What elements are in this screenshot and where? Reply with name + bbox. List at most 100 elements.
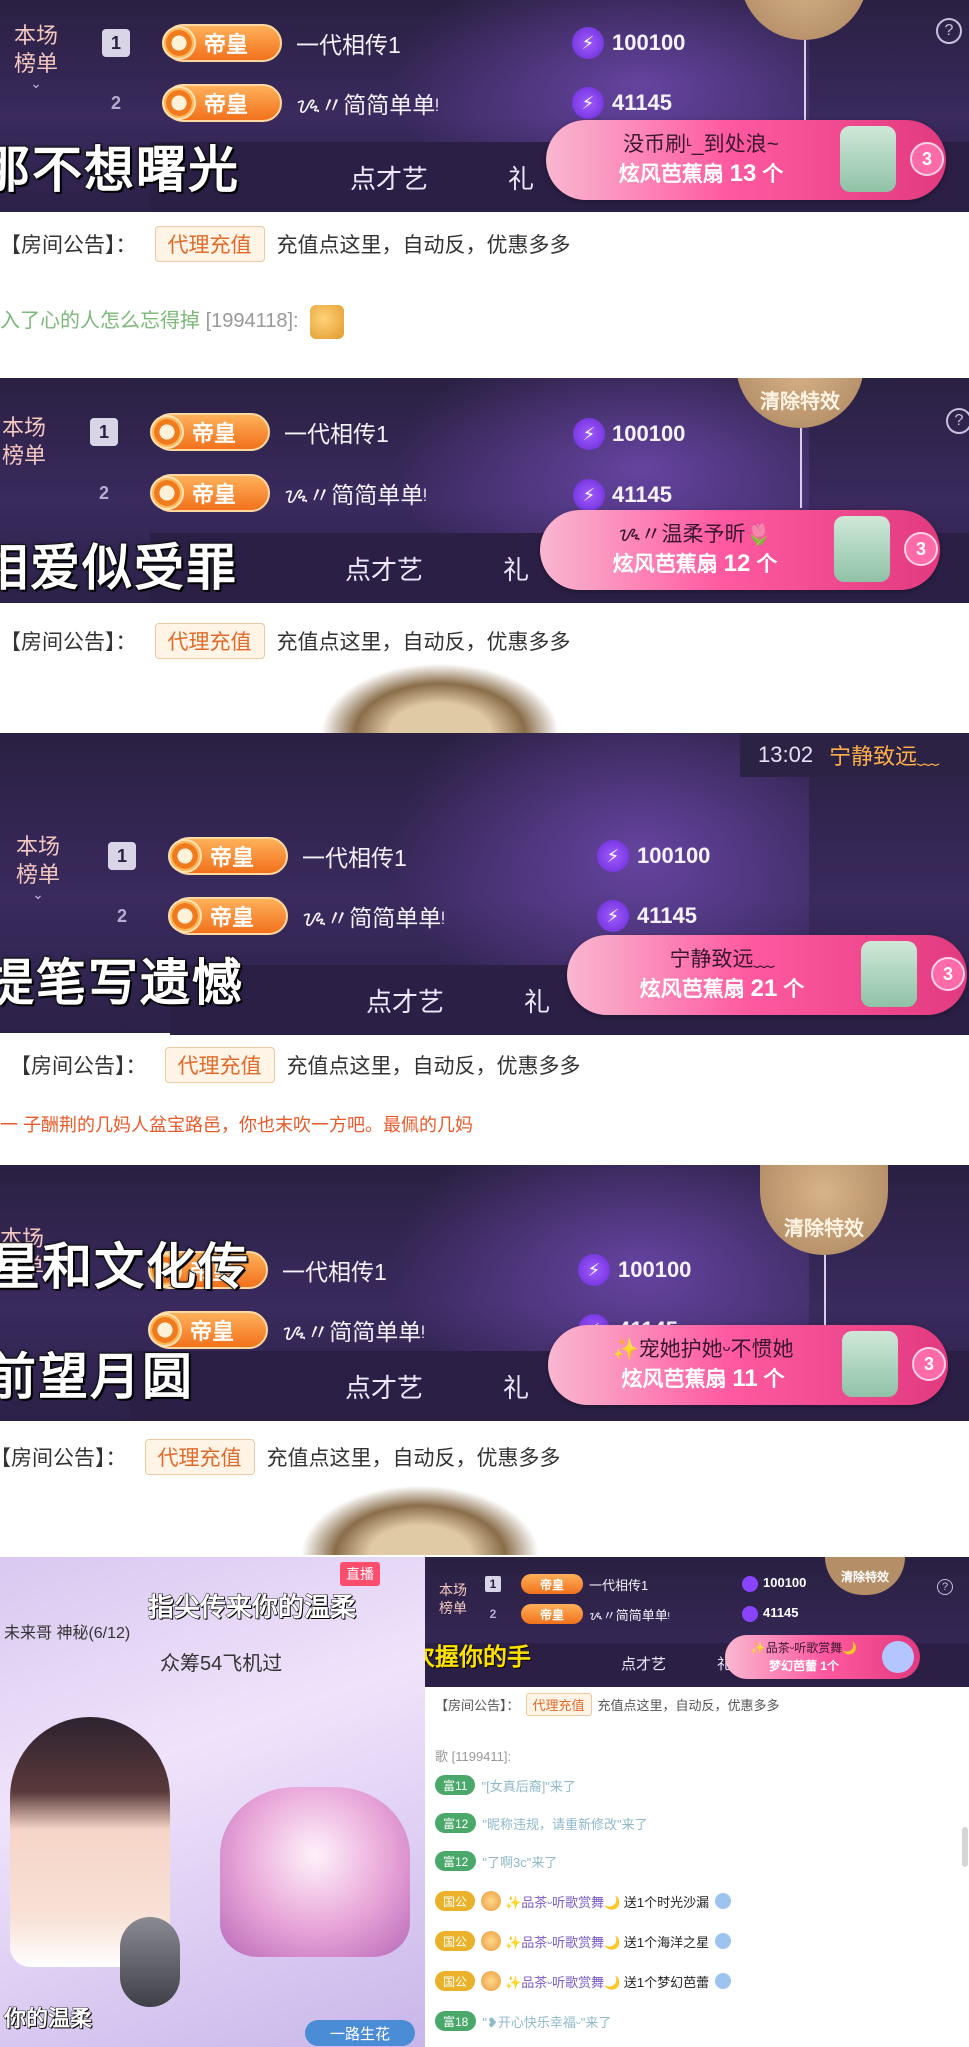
chat-message: 富12 "了啊3c"来了	[435, 1849, 557, 1873]
tab-gift[interactable]: 礼	[508, 159, 534, 196]
gift-sender: ✨品茶ᵕ听歌赏舞🌙	[750, 1641, 858, 1655]
emperor-badge: 帝皇	[162, 84, 282, 122]
chat-message: 富11 "[女真后裔]"来了	[435, 1773, 576, 1797]
help-icon[interactable]: ?	[937, 1579, 953, 1595]
gift-line: 炫风芭蕉扇 13 个	[618, 160, 784, 187]
frame-4: 本场 榜单 1 帝皇 一代相传1 ⚡ 100100 2 帝皇 ᝰ〃简简单单ᵎ ⚡…	[0, 1165, 969, 1557]
rank-row-1[interactable]: 1 帝皇 一代相传1	[102, 18, 401, 68]
rank-row-2[interactable]: 2 帝皇 ᝰ〃简简单单ᵎ	[485, 1601, 670, 1627]
tab-talent[interactable]: 点才艺	[621, 1653, 666, 1674]
agent-recharge-tag[interactable]: 代理充值	[525, 1693, 592, 1716]
streamer-info: 未来哥 神秘(6/12)	[4, 1625, 131, 1642]
lightning-icon: ⚡	[572, 27, 604, 59]
crown-decoration	[300, 1485, 540, 1555]
gift-image	[882, 1641, 914, 1673]
crest-icon	[168, 839, 202, 873]
clear-effects-button[interactable]: 清除特效	[736, 378, 864, 428]
clear-effects-button[interactable]	[740, 0, 868, 40]
rank-row-1[interactable]: 1 帝皇 一代相传1	[485, 1571, 648, 1597]
status-bar: 13:02 宁静致远﹏	[740, 733, 969, 777]
level-badge: 富12	[435, 1813, 477, 1833]
rank-number: 1	[108, 842, 136, 870]
rank-score: 100100	[618, 1257, 692, 1282]
rank-row-1[interactable]: 1 帝皇 一代相传1	[108, 831, 407, 881]
rank-number: 2	[110, 92, 121, 113]
gift-icon	[715, 1973, 732, 1989]
rank-score: 100100	[612, 421, 686, 446]
gift-line: 梦幻芭蕾 1个	[768, 1659, 839, 1673]
clear-effects-button[interactable]: 清除特效	[760, 1165, 888, 1255]
gift-notification: ✨品茶ᵕ听歌赏舞🌙 梦幻芭蕾 1个	[725, 1635, 920, 1679]
combo-badge: 3	[910, 142, 944, 176]
rank-number: 2	[116, 905, 127, 926]
rank-user-name: 一代相传1	[302, 845, 407, 871]
rank-score: 41145	[637, 903, 697, 928]
rank-user-name: ᝰ〃简简单单ᵎ	[302, 905, 445, 931]
ranking-tab-title[interactable]: 本场 榜单	[435, 1581, 471, 1617]
lightning-icon: ⚡	[573, 479, 605, 511]
clear-effects-button[interactable]: 清除特效	[825, 1557, 905, 1595]
chat-message: 国公 ✨品茶ᵕ听歌赏舞🌙 送1个时光沙漏	[435, 1889, 732, 1913]
gift-image	[840, 126, 896, 192]
rank-row-1[interactable]: 1 帝皇 一代相传1	[90, 407, 389, 457]
emperor-badge: 帝皇	[168, 837, 288, 875]
tab-talent[interactable]: 点才艺	[366, 982, 444, 1019]
ranking-header: 本场 榜单 1 帝皇 一代相传1 ⚡ 100100 2 帝皇 ᝰ〃简简单单ᵎ ⚡…	[0, 378, 969, 603]
agent-recharge-tag[interactable]: 代理充值	[154, 623, 265, 659]
rank-user-name: ᝰ〃简简单单ᵎ	[284, 482, 427, 508]
help-icon[interactable]: ?	[936, 18, 962, 44]
chat-message: 富12 "昵称违规，请重新修改"来了	[435, 1811, 648, 1835]
ranking-tab-title[interactable]: 本场 榜单 ⌄	[8, 833, 68, 901]
frame-1: 本场 榜单 ⌄ 1 帝皇 一代相传1 ⚡ 100100 2 帝皇 ᝰ〃简简单单ᵎ…	[0, 0, 969, 378]
combo-badge: 3	[931, 957, 965, 991]
tab-gift[interactable]: 礼	[503, 1368, 529, 1405]
emperor-badge: 帝皇	[162, 24, 282, 62]
level-badge: 富12	[435, 1851, 477, 1871]
rank-row-2[interactable]: 2 帝皇 ᝰ〃简简单单ᵎ	[102, 78, 439, 128]
rank-number: 2	[98, 482, 109, 503]
ranking-title-line2: 榜单	[13, 51, 58, 76]
lyric-overlay: 第一次握你的手	[425, 1644, 532, 1672]
gift-image	[861, 941, 917, 1007]
frame-3: 13:02 宁静致远﹏ 本场 榜单 ⌄ 1 帝皇 一代相传1 ⚡ 100100 …	[0, 733, 969, 1165]
chat-message: 歌 [1199411]:	[435, 1748, 512, 1764]
scrollbar[interactable]	[962, 1827, 968, 1867]
road-flower-button[interactable]: 一路生花	[305, 2020, 415, 2046]
video-stream[interactable]: 未来哥 神秘(6/12) 众筹54飞机过 指尖传来你的温柔 你的温柔	[0, 1557, 425, 2047]
help-icon[interactable]: ?	[946, 408, 969, 434]
gift-line: 炫风芭蕉扇 12 个	[612, 550, 778, 577]
tab-gift[interactable]: 礼	[503, 550, 529, 587]
chat-message: 入了心的人怎么忘得掉 [1994118]:	[0, 304, 345, 339]
ranking-tab-title[interactable]: 本场 榜单	[0, 414, 54, 470]
gift-sender: 没币刷ᶫ_到处浪~	[623, 133, 779, 156]
tab-talent[interactable]: 点才艺	[345, 1368, 423, 1405]
clock-time: 13:02	[758, 742, 814, 767]
gift-sender: ᝰ〃温柔予昕🌷	[618, 523, 772, 546]
room-notice: 【房间公告】： 代理充值 充值点这里，自动反，优惠多多	[0, 621, 571, 661]
agent-recharge-tag[interactable]: 代理充值	[154, 226, 265, 262]
ranking-title-line1: 本场	[13, 23, 58, 48]
tab-talent[interactable]: 点才艺	[345, 550, 423, 587]
lyric-overlay: 星和文化传	[0, 1238, 250, 1296]
lightning-icon	[742, 1576, 758, 1592]
gift-line: 炫风芭蕉扇 11 个	[621, 1365, 785, 1392]
chevron-down-icon[interactable]: ⌄	[8, 887, 68, 901]
gift-line: 炫风芭蕉扇 21 个	[639, 975, 805, 1002]
chevron-down-icon[interactable]: ⌄	[6, 76, 66, 90]
gift-notification: ✨宠她护她ᵕ不惯她 炫风芭蕉扇 11 个 3	[548, 1325, 948, 1405]
level-badge: 富18	[435, 2011, 477, 2031]
chat-message: 国公 ✨品茶ᵕ听歌赏舞🌙 送1个梦幻芭蕾	[435, 1969, 732, 1993]
lightning-icon: ⚡	[572, 87, 604, 119]
agent-recharge-tag[interactable]: 代理充值	[164, 1047, 275, 1083]
lightning-icon	[742, 1606, 758, 1622]
rank-row-2[interactable]: 2 帝皇 ᝰ〃简简单单ᵎ	[90, 468, 427, 518]
agent-recharge-tag[interactable]: 代理充值	[144, 1439, 255, 1475]
tab-talent[interactable]: 点才艺	[350, 159, 428, 196]
room-notice: 【房间公告】： 代理充值 充值点这里，自动反，优惠多多	[0, 224, 571, 264]
level-badge: 国公	[435, 1931, 476, 1951]
rank-row-2[interactable]: 2 帝皇 ᝰ〃简简单单ᵎ	[108, 891, 445, 941]
combo-badge: 3	[904, 532, 938, 566]
avatar	[481, 1971, 502, 1991]
ranking-tab-title[interactable]: 本场 榜单 ⌄	[6, 22, 66, 90]
tab-gift[interactable]: 礼	[524, 982, 550, 1019]
